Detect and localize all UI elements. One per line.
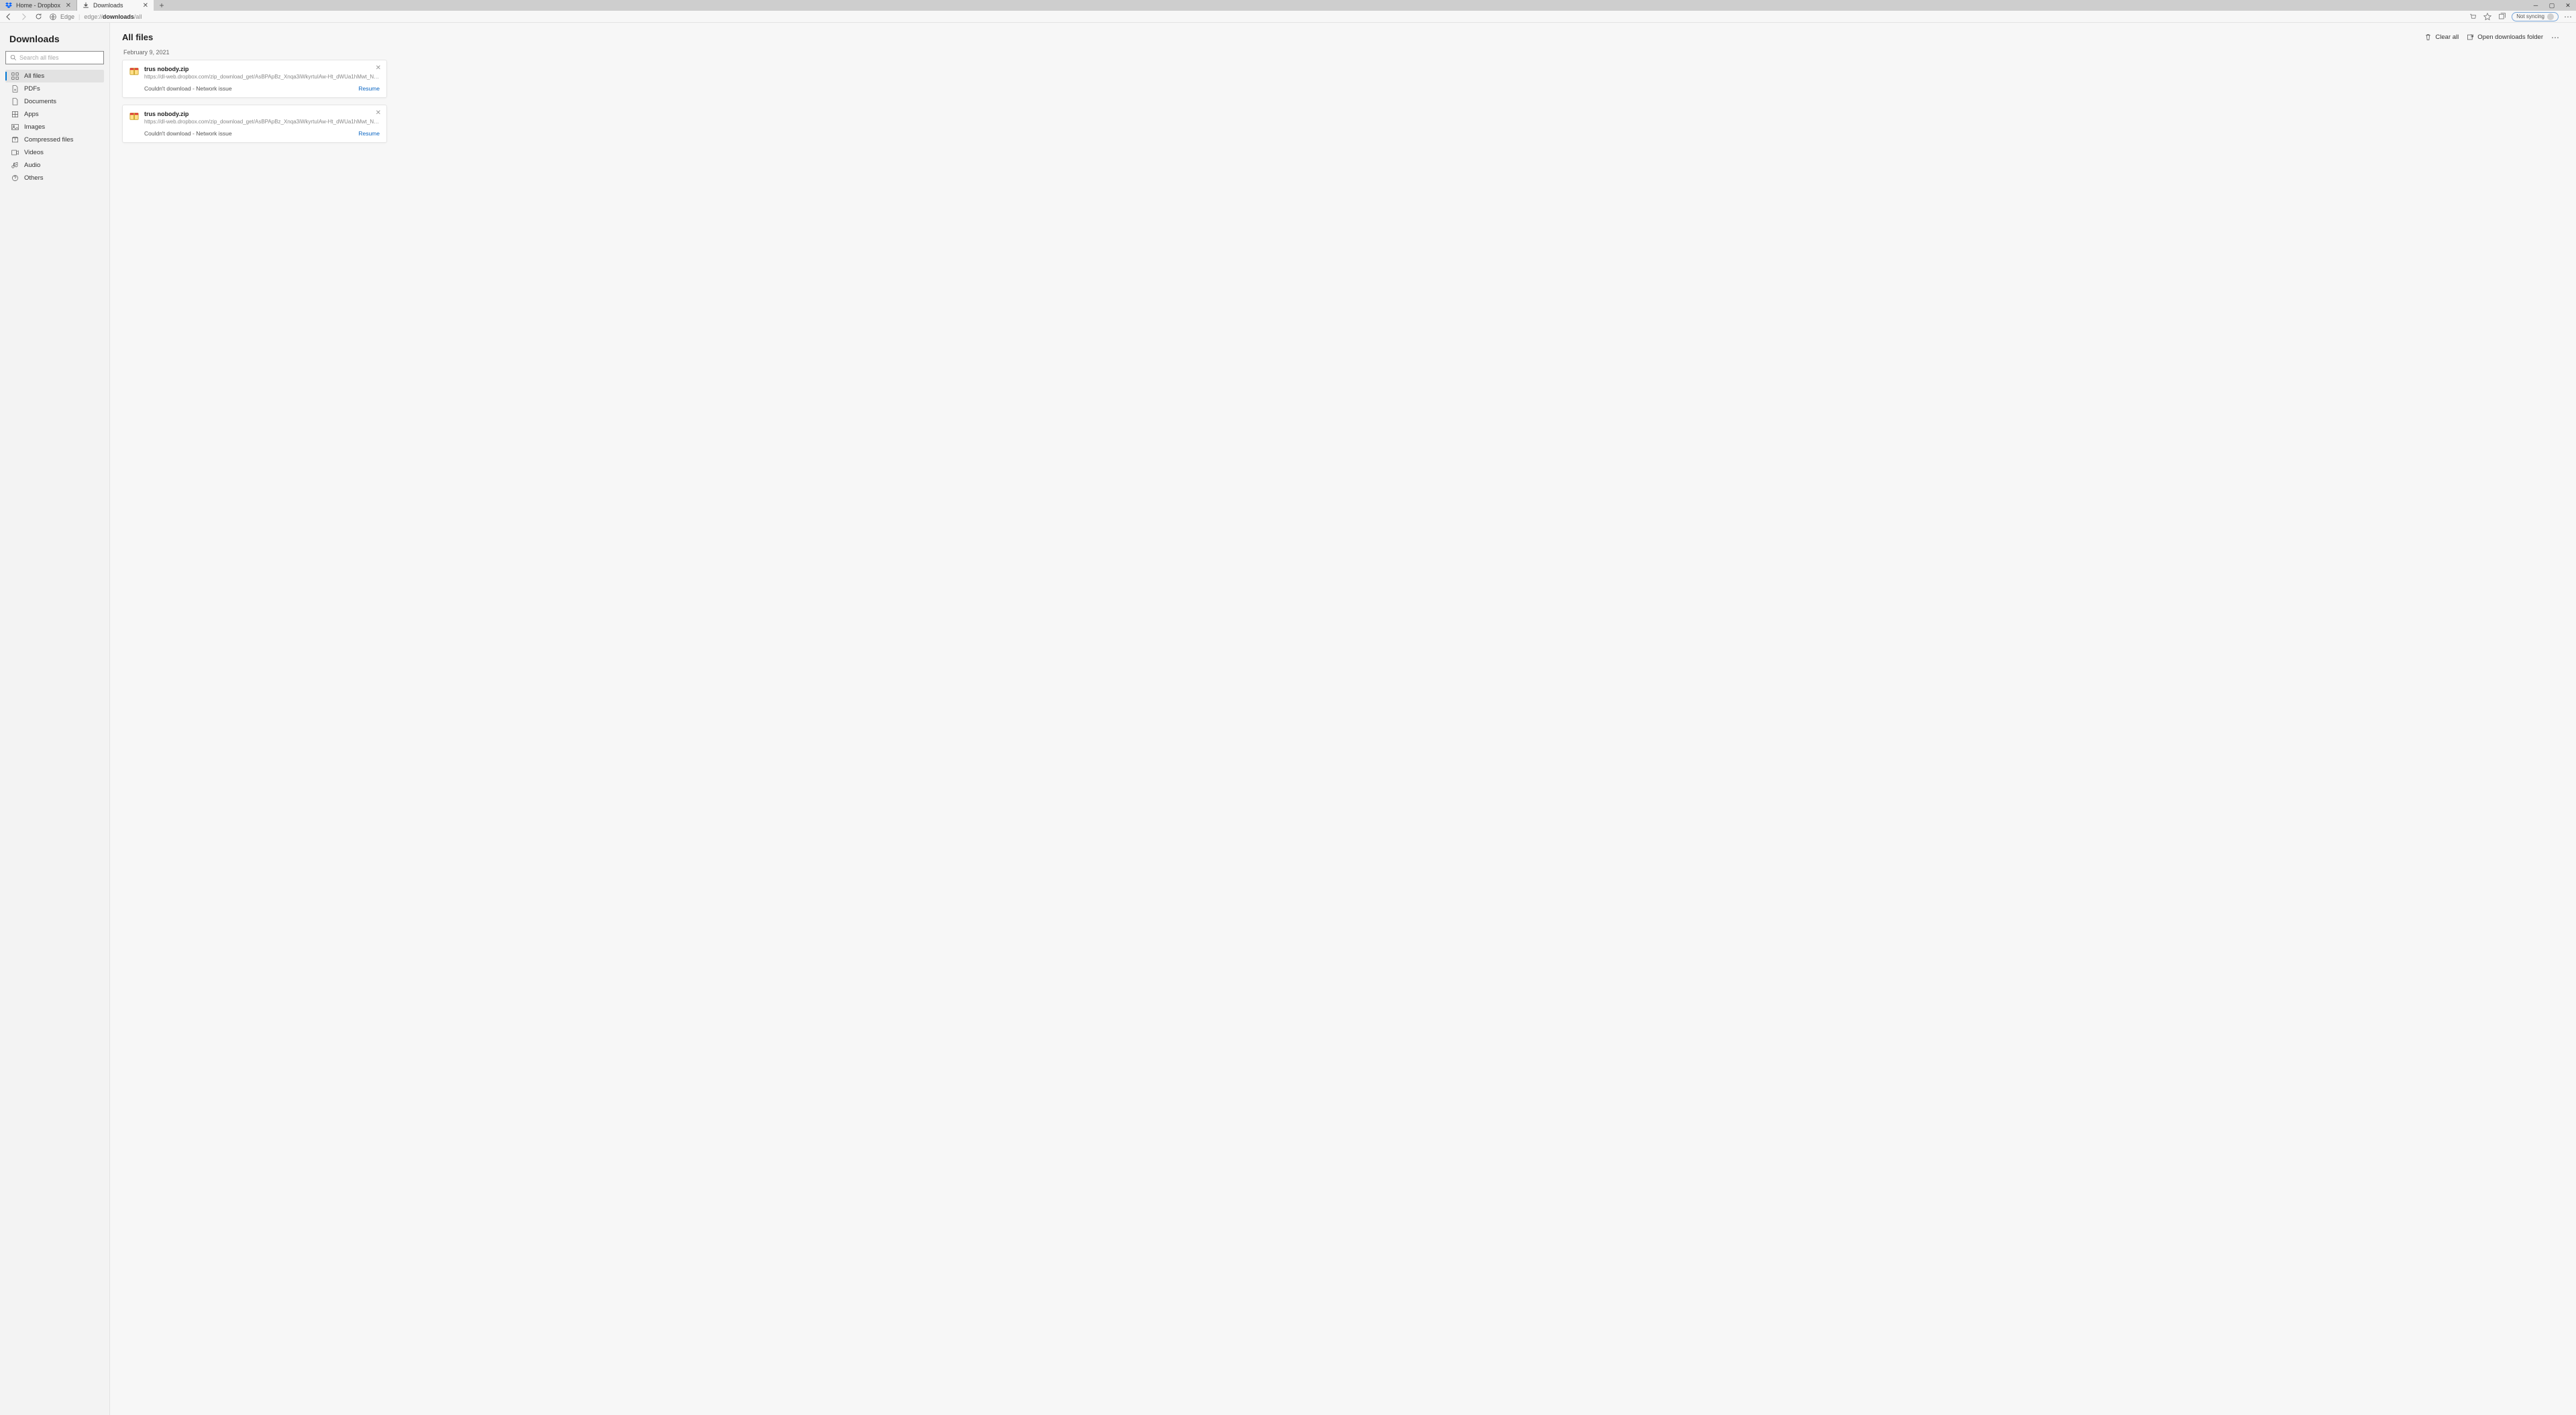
avatar-icon [2547, 13, 2554, 20]
sidebar-item-doc[interactable]: Documents [5, 95, 104, 108]
sidebar-item-app[interactable]: Apps [5, 108, 104, 121]
clear-all-button[interactable]: Clear all [2424, 34, 2459, 41]
sidebar: Downloads All files PDFs Documents Apps Imag… [0, 23, 110, 1415]
remove-download-button[interactable]: ✕ [376, 109, 381, 117]
download-filename: trus nobody.zip [144, 111, 380, 117]
shopping-icon[interactable] [2467, 11, 2478, 22]
search-icon [10, 54, 17, 61]
download-url: https://dl-web.dropbox.com/zip_download_… [144, 74, 380, 80]
close-icon[interactable]: ✕ [66, 2, 71, 9]
resume-button[interactable]: Resume [358, 130, 380, 137]
download-url: https://dl-web.dropbox.com/zip_download_… [144, 119, 380, 125]
resume-button[interactable]: Resume [358, 85, 380, 92]
download-card: trus nobody.zip https://dl-web.dropbox.co… [122, 105, 387, 143]
window-titlebar: Home - Dropbox ✕ Downloads ✕ + ─ ▢ ✕ [0, 0, 2576, 11]
zip-file-icon [129, 66, 139, 76]
sidebar-item-label: Videos [24, 149, 44, 156]
sidebar-item-label: All files [24, 72, 44, 80]
sidebar-item-label: Compressed files [24, 136, 73, 144]
zip-icon [11, 136, 19, 144]
back-button[interactable] [3, 11, 15, 23]
all-icon [11, 72, 19, 80]
sidebar-item-pdf[interactable]: PDFs [5, 82, 104, 95]
content-header: All files Clear all Open downloads folde… [122, 32, 2564, 42]
sidebar-item-label: Apps [24, 111, 39, 118]
tab-title: Downloads [93, 2, 139, 9]
tab-dropbox[interactable]: Home - Dropbox ✕ [0, 0, 76, 11]
tab-downloads[interactable]: Downloads ✕ [77, 0, 154, 11]
favorite-icon[interactable] [2482, 11, 2493, 22]
open-folder-label: Open downloads folder [2477, 34, 2543, 41]
maximize-button[interactable]: ▢ [2544, 0, 2560, 11]
url-separator: | [78, 13, 80, 20]
url-host-label: Edge [60, 13, 74, 20]
download-status: Couldn't download - Network issue [144, 85, 232, 92]
header-actions: Clear all Open downloads folder ⋯ [2424, 33, 2560, 42]
sidebar-item-label: PDFs [24, 85, 40, 93]
video-icon [11, 149, 19, 156]
collections-icon[interactable] [2497, 11, 2508, 22]
window-controls: ─ ▢ ✕ [2528, 0, 2576, 11]
download-card: trus nobody.zip https://dl-web.dropbox.co… [122, 60, 387, 98]
sidebar-item-other[interactable]: Others [5, 172, 104, 184]
sidebar-item-audio[interactable]: Audio [5, 159, 104, 172]
audio-icon [11, 162, 19, 169]
url-field[interactable]: Edge | edge://downloads/all [47, 13, 2465, 20]
image-icon [11, 123, 19, 131]
minimize-button[interactable]: ─ [2528, 0, 2544, 11]
more-options-button[interactable]: ⋯ [2551, 33, 2560, 42]
sidebar-item-all[interactable]: All files [5, 70, 104, 82]
close-icon[interactable]: ✕ [143, 2, 148, 9]
sidebar-item-label: Audio [24, 162, 40, 169]
app-icon [11, 111, 19, 118]
sidebar-item-label: Documents [24, 98, 56, 105]
download-status: Couldn't download - Network issue [144, 130, 232, 137]
open-folder-icon [2467, 34, 2474, 41]
tab-strip: Home - Dropbox ✕ Downloads ✕ + [0, 0, 170, 11]
date-group-label: February 9, 2021 [123, 49, 2564, 56]
search-wrap [5, 51, 104, 64]
address-bar-actions: Not syncing ⋯ [2467, 11, 2573, 22]
content-heading: All files [122, 32, 2424, 42]
sidebar-filter-list: All files PDFs Documents Apps Images Compress… [5, 70, 104, 184]
page-body: Downloads All files PDFs Documents Apps Imag… [0, 23, 2576, 1415]
page-title: Downloads [9, 34, 100, 44]
forward-button[interactable] [17, 11, 30, 23]
open-downloads-folder-button[interactable]: Open downloads folder [2467, 34, 2543, 41]
sidebar-item-label: Others [24, 174, 44, 182]
url-text: edge://downloads/all [84, 13, 142, 20]
pdf-icon [11, 85, 19, 93]
download-filename: trus nobody.zip [144, 66, 380, 72]
search-input[interactable] [5, 51, 104, 64]
remove-download-button[interactable]: ✕ [376, 64, 381, 72]
sidebar-item-zip[interactable]: Compressed files [5, 133, 104, 146]
dropbox-icon [5, 2, 12, 9]
sidebar-item-label: Images [24, 123, 45, 131]
sync-label: Not syncing [2516, 13, 2544, 19]
zip-file-icon [129, 111, 139, 121]
doc-icon [11, 98, 19, 105]
tab-title: Home - Dropbox [16, 2, 62, 9]
titlebar-drag-area [170, 0, 2528, 11]
address-bar: Edge | edge://downloads/all Not syncing … [0, 11, 2576, 23]
refresh-button[interactable] [32, 11, 44, 23]
content-area: All files Clear all Open downloads folde… [110, 23, 2576, 1415]
trash-icon [2424, 34, 2432, 41]
sidebar-item-image[interactable]: Images [5, 121, 104, 133]
profile-sync-pill[interactable]: Not syncing [2512, 12, 2559, 21]
new-tab-button[interactable]: + [154, 0, 170, 11]
downloads-list: trus nobody.zip https://dl-web.dropbox.co… [122, 60, 2564, 143]
other-icon [11, 174, 19, 182]
download-icon [83, 2, 89, 9]
clear-all-label: Clear all [2435, 34, 2459, 41]
site-identity-icon[interactable] [50, 13, 56, 20]
sidebar-item-video[interactable]: Videos [5, 146, 104, 159]
close-window-button[interactable]: ✕ [2560, 0, 2576, 11]
settings-more-button[interactable]: ⋯ [2563, 11, 2573, 22]
